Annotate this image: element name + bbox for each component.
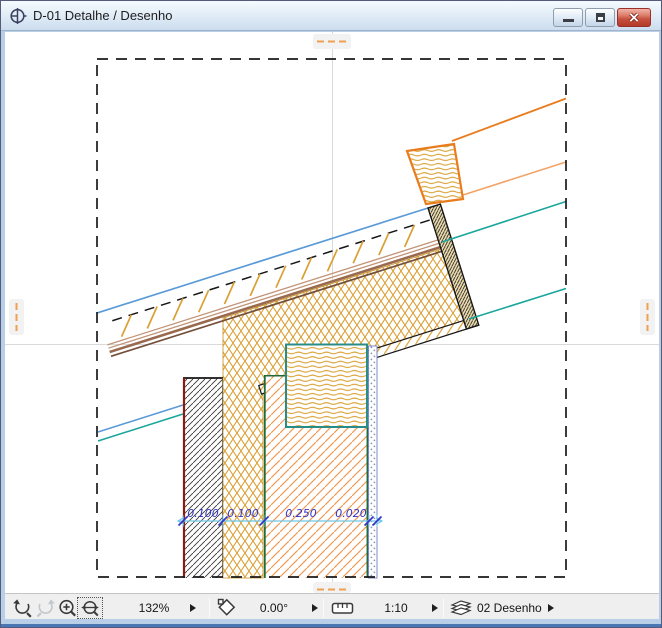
- zoom-flyout-button[interactable]: [187, 594, 199, 622]
- membrane-teal-upper: [441, 200, 567, 243]
- dimension-label: 0.100: [187, 507, 219, 520]
- restore-icon: [596, 13, 605, 22]
- minimize-icon: [563, 19, 574, 22]
- zoom-previous-icon: [12, 598, 32, 618]
- purlin-section: [405, 142, 465, 206]
- detail-drawing-canvas[interactable]: 0.100 0.100 0.250 0.020: [5, 32, 659, 593]
- scale-flyout-button[interactable]: [429, 594, 441, 622]
- wall-interior-layer: [182, 377, 223, 578]
- edge-marker-left: [9, 299, 24, 335]
- zoom-next-button[interactable]: [34, 594, 56, 622]
- edge-marker-right: [640, 299, 655, 335]
- zoom-in-button[interactable]: [56, 594, 78, 622]
- restore-button[interactable]: [585, 8, 615, 27]
- edge-marker-top: [313, 34, 351, 49]
- flyout-arrow-icon: [190, 604, 196, 612]
- minimize-button[interactable]: [553, 8, 583, 27]
- zoom-previous-button[interactable]: [11, 594, 33, 622]
- toolbar-separator: [209, 598, 210, 618]
- bottom-toolbar: 132% 0.00° 1:10 02 Desenho: [5, 593, 659, 621]
- wall-plaster-layer: [368, 345, 378, 579]
- rotation-value[interactable]: 0.00°: [243, 594, 305, 622]
- rotation-flyout-button[interactable]: [309, 594, 321, 622]
- zoom-value[interactable]: 132%: [123, 594, 185, 622]
- layer-value[interactable]: 02 Desenho: [477, 594, 542, 622]
- ruler-icon: [331, 602, 353, 614]
- edge-marker-bottom: [313, 582, 351, 593]
- toolbar-separator: [443, 598, 444, 618]
- dimension-label: 0.020: [335, 507, 367, 520]
- dimension-label: 0.100: [227, 507, 259, 520]
- flyout-arrow-icon: [312, 604, 318, 612]
- flyout-arrow-icon: [432, 604, 438, 612]
- scale-value[interactable]: 1:10: [365, 594, 427, 622]
- rafter-bottom-line: [462, 161, 567, 196]
- app-window: D-01 Detalhe / Desenho 0.100 0.100 0.250…: [0, 0, 662, 628]
- rotation-tool[interactable]: [214, 594, 238, 622]
- rafter-top-line: [451, 97, 567, 142]
- wall-plate-section: [285, 343, 368, 428]
- window-bottom-edge: [1, 619, 661, 627]
- flyout-arrow-icon: [548, 604, 554, 612]
- close-icon: [629, 12, 639, 23]
- close-button[interactable]: [617, 8, 651, 27]
- scale-tool[interactable]: [329, 594, 355, 622]
- rotation-icon: [217, 598, 236, 616]
- fit-in-window-icon: [81, 600, 99, 617]
- title-bar[interactable]: D-01 Detalhe / Desenho: [1, 1, 661, 31]
- toolbar-separator: [323, 598, 324, 618]
- layer-flyout-button[interactable]: [545, 594, 557, 622]
- detail-marker-icon: [10, 7, 27, 24]
- zoom-in-icon: [58, 599, 76, 616]
- layers-icon: [450, 600, 472, 616]
- layer-tool[interactable]: [448, 594, 474, 622]
- dimension-label: 0.250: [285, 507, 317, 520]
- membrane-teal-lower: [468, 287, 567, 320]
- window-title: D-01 Detalhe / Desenho: [33, 8, 173, 23]
- drawing-client-area: 0.100 0.100 0.250 0.020: [5, 32, 659, 593]
- zoom-next-icon: [36, 598, 55, 617]
- fit-in-window-button[interactable]: [77, 597, 103, 619]
